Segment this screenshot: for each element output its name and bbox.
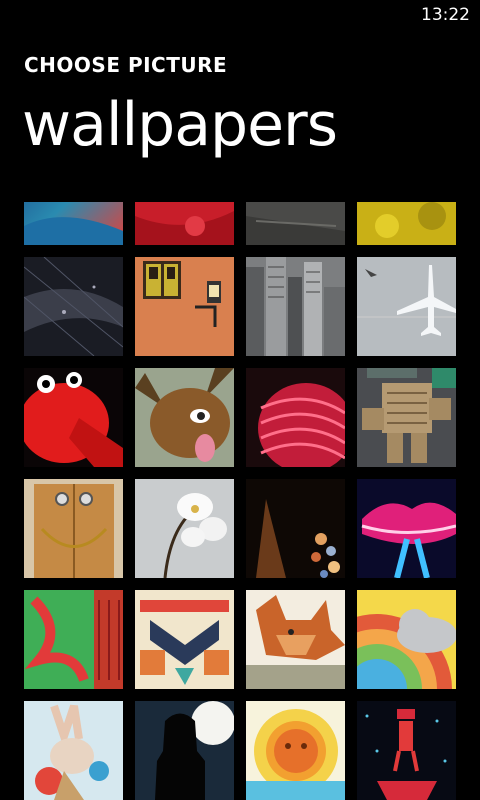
wallpaper-tile-graffiti-wall[interactable] [24,590,123,689]
wallpaper-tile-rabbit-illustration[interactable] [24,701,123,800]
status-time: 13:22 [421,5,470,25]
wallpaper-tile-neon-lips[interactable] [357,479,456,578]
wallpaper-tile-rainbow-cloud[interactable] [357,590,456,689]
wallpaper-tile-bokeh-lights[interactable] [246,479,345,578]
page-title: wallpapers [22,90,338,160]
wallpaper-tile-crate-figure[interactable] [357,368,456,467]
wallpaper-tile-city-skyline[interactable] [246,257,345,356]
wallpaper-tile-yellow-leaves[interactable] [357,202,456,245]
wallpaper-tile-orange-wall-window[interactable] [135,257,234,356]
wallpaper-tile-pink-neon-sculpture[interactable] [246,368,345,467]
wallpaper-tile-airplane-aerial[interactable] [357,257,456,356]
wallpaper-tile-red-texture[interactable] [135,202,234,245]
wallpaper-tile-red-hydrant-face[interactable] [24,368,123,467]
wallpaper-tile-wooden-door-face[interactable] [24,479,123,578]
wallpaper-tile-geometric-totem[interactable] [135,590,234,689]
page-subtitle: CHOOSE PICTURE [24,53,228,77]
wallpaper-tile-white-orchid[interactable] [135,479,234,578]
wallpaper-tile-silhouette-moon[interactable] [135,701,234,800]
wallpaper-tile-dark-stone[interactable] [246,202,345,245]
wallpaper-tile-funny-animal[interactable] [135,368,234,467]
wallpaper-tile-blue-feathers[interactable] [24,202,123,245]
wallpaper-tile-sun-face[interactable] [246,701,345,800]
wallpaper-grid [24,202,456,800]
wallpaper-tile-robot-boat[interactable] [357,701,456,800]
wallpaper-tile-dark-mesh[interactable] [24,257,123,356]
wallpaper-tile-fox-illustration[interactable] [246,590,345,689]
